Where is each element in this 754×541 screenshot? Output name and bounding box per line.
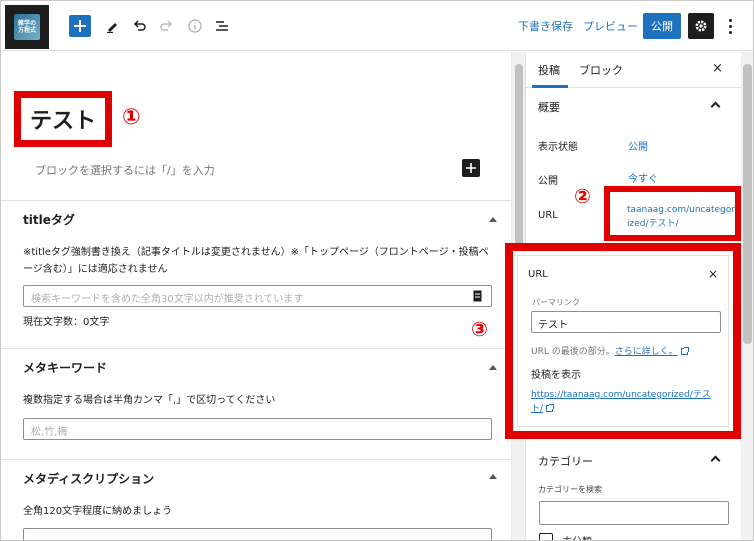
list-view-icon bbox=[216, 21, 228, 31]
kebab-dot bbox=[728, 18, 732, 22]
external-link-icon bbox=[680, 347, 689, 355]
close-sidebar-icon[interactable]: × bbox=[712, 61, 723, 76]
undo-button[interactable] bbox=[128, 15, 150, 37]
meta-keywords-heading[interactable]: メタキーワード bbox=[23, 359, 107, 376]
site-logo[interactable]: 雑学の 方程式 bbox=[5, 5, 49, 49]
counter-icon bbox=[473, 290, 482, 302]
annotation-badge-3: ③ bbox=[471, 317, 488, 341]
plus-icon bbox=[466, 163, 476, 173]
logo-image: 雑学の 方程式 bbox=[14, 14, 40, 40]
redo-button[interactable] bbox=[156, 15, 178, 37]
editor-window: 雑学の 方程式 下書き保存 プレビュー 公開 テスト ① ブロックを選択するには… bbox=[0, 0, 754, 541]
collapse-caret-icon[interactable] bbox=[489, 474, 497, 479]
logo-text-line2: 方程式 bbox=[17, 27, 36, 34]
url-popover: URL × パーマリンク テスト URL の最後の部分。さらに詳しく。 投稿を表… bbox=[517, 255, 729, 427]
char-counter: 現在文字数：0文字 bbox=[23, 317, 110, 328]
redo-icon bbox=[160, 20, 173, 31]
pencil-icon bbox=[107, 23, 117, 33]
chevron-up-icon[interactable] bbox=[710, 455, 721, 466]
logo-text-line1: 雑学の bbox=[17, 20, 36, 27]
url-popover-highlight: URL × パーマリンク テスト URL の最後の部分。さらに詳しく。 投稿を表… bbox=[505, 243, 741, 439]
title-highlight-box: テスト bbox=[14, 91, 112, 147]
editor-canvas: テスト ① ブロックを選択するには「/」を入力 titleタグ ※titleタグ… bbox=[1, 52, 511, 540]
permalink-label: パーマリンク bbox=[532, 298, 580, 307]
meta-keywords-panel: メタキーワード 複数指定する場合は半角カンマ「,」で区切ってください 松,竹,梅 bbox=[1, 348, 511, 460]
list-view-button[interactable] bbox=[211, 15, 233, 37]
view-post-link[interactable]: https://taanaag.com/uncategorized/テスト/ bbox=[531, 390, 711, 414]
active-tab-indicator bbox=[532, 85, 568, 88]
meta-description-heading[interactable]: メタディスクリプション bbox=[23, 470, 154, 487]
publish-button[interactable]: 公開 bbox=[643, 13, 681, 39]
url-label: URL bbox=[538, 210, 558, 221]
undo-icon bbox=[133, 20, 146, 31]
meta-keywords-input-placeholder: 松,竹,梅 bbox=[31, 427, 68, 438]
permalink-value: テスト bbox=[538, 320, 568, 331]
title-tag-heading[interactable]: titleタグ bbox=[23, 211, 75, 228]
title-tag-input[interactable]: 検索キーワードを含めた全角30文字以内が推奨されています bbox=[23, 285, 492, 307]
title-tag-panel: titleタグ ※titleタグ強制書き換え（記事タイトルは変更されません）※「… bbox=[1, 200, 511, 350]
settings-button[interactable] bbox=[688, 13, 714, 39]
meta-keywords-description: 複数指定する場合は半角カンマ「,」で区切ってください bbox=[23, 395, 276, 406]
sidebar-scrollbar[interactable] bbox=[741, 52, 753, 540]
visibility-label: 表示状態 bbox=[538, 142, 578, 153]
meta-description-input[interactable] bbox=[23, 528, 492, 540]
kebab-dot bbox=[728, 24, 732, 28]
permalink-help: URL の最後の部分。さらに詳しく。 bbox=[531, 344, 689, 357]
add-block-toggle-button[interactable] bbox=[69, 15, 91, 37]
category-checkbox[interactable] bbox=[539, 533, 553, 540]
publish-date-value[interactable]: 今すぐ bbox=[628, 170, 658, 185]
block-placeholder[interactable]: ブロックを選択するには「/」を入力 bbox=[35, 162, 215, 178]
collapse-caret-icon[interactable] bbox=[489, 365, 497, 370]
chevron-up-icon[interactable] bbox=[710, 101, 721, 112]
title-tag-input-placeholder: 検索キーワードを含めた全角30文字以内が推奨されています bbox=[31, 294, 304, 305]
meta-keywords-input[interactable]: 松,竹,梅 bbox=[23, 418, 492, 440]
tools-button[interactable] bbox=[101, 15, 123, 37]
save-draft-button[interactable]: 下書き保存 bbox=[518, 18, 573, 34]
permalink-help-text: URL の最後の部分。 bbox=[531, 347, 615, 357]
plus-icon bbox=[74, 20, 86, 32]
collapse-caret-icon[interactable] bbox=[489, 217, 497, 222]
sidebar-tabs: 投稿 ブロック × bbox=[526, 52, 742, 88]
url-value-link[interactable]: taanaag.com/uncategorized/テスト/ bbox=[627, 203, 737, 231]
gear-icon bbox=[695, 20, 707, 32]
kebab-dot bbox=[728, 30, 732, 34]
category-heading[interactable]: カテゴリー bbox=[538, 453, 593, 469]
learn-more-link[interactable]: さらに詳しく。 bbox=[615, 347, 678, 357]
more-options-button[interactable] bbox=[723, 15, 737, 37]
details-button[interactable] bbox=[184, 15, 206, 37]
post-title[interactable]: テスト bbox=[30, 103, 96, 135]
view-post-label: 投稿を表示 bbox=[531, 370, 581, 381]
title-tag-description: ※titleタグ強制書き換え（記事タイトルは変更されません）※「トップページ（フ… bbox=[23, 247, 489, 275]
info-icon bbox=[188, 19, 202, 33]
url-highlight-box: taanaag.com/uncategorized/テスト/ bbox=[604, 186, 741, 241]
publish-label: 公開 bbox=[538, 176, 558, 187]
popover-title: URL bbox=[528, 269, 548, 280]
annotation-badge-2: ② bbox=[574, 184, 591, 208]
preview-button[interactable]: プレビュー bbox=[583, 18, 638, 34]
tab-post[interactable]: 投稿 bbox=[538, 62, 560, 78]
add-block-button[interactable] bbox=[462, 159, 480, 177]
scrollbar-thumb[interactable] bbox=[743, 64, 752, 344]
category-search-label: カテゴリーを検索 bbox=[538, 485, 602, 494]
visibility-value[interactable]: 公開 bbox=[628, 138, 648, 153]
meta-description-panel: メタディスクリプション 全角120文字程度に納めましょう bbox=[1, 459, 511, 540]
summary-heading[interactable]: 概要 bbox=[538, 99, 560, 115]
meta-description-text: 全角120文字程度に納めましょう bbox=[23, 506, 173, 517]
view-post-link-wrap[interactable]: https://taanaag.com/uncategorized/テスト/ bbox=[531, 388, 721, 416]
tab-block[interactable]: ブロック bbox=[579, 62, 623, 78]
category-search-input[interactable] bbox=[539, 501, 729, 525]
external-link-icon bbox=[546, 404, 555, 412]
close-icon[interactable]: × bbox=[708, 267, 718, 281]
permalink-input[interactable]: テスト bbox=[531, 311, 721, 333]
category-label: 未分類 bbox=[562, 533, 592, 540]
top-toolbar: 雑学の 方程式 下書き保存 プレビュー 公開 bbox=[1, 1, 753, 51]
annotation-badge-1: ① bbox=[122, 105, 141, 130]
